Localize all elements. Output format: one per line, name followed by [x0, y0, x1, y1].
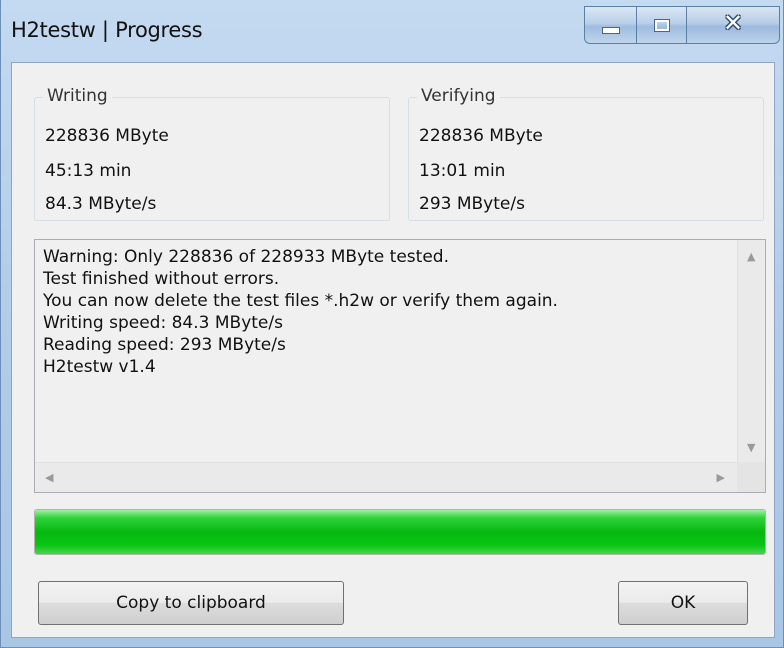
log-output[interactable]: Warning: Only 228836 of 228933 MByte tes… [34, 239, 766, 493]
log-line: Warning: Only 228836 of 228933 MByte tes… [43, 247, 449, 267]
title-bar[interactable]: H2testw | Progress ✕ [1, 0, 783, 60]
log-line: Writing speed: 84.3 MByte/s [43, 313, 283, 333]
horizontal-scrollbar[interactable]: ◀ ▶ [35, 462, 737, 492]
progress-fill [35, 510, 765, 554]
dialog-window: H2testw | Progress ✕ Writing 228836 MByt… [0, 0, 784, 648]
progress-bar [34, 509, 766, 555]
arrow-right-icon[interactable]: ▶ [717, 471, 725, 484]
ok-button[interactable]: OK [618, 581, 748, 625]
close-button[interactable]: ✕ [686, 6, 780, 44]
writing-group: Writing 228836 MByte 45:13 min 84.3 MByt… [34, 86, 390, 221]
maximize-button[interactable] [636, 6, 686, 44]
close-icon: ✕ [722, 9, 744, 37]
maximize-icon [653, 18, 670, 32]
writing-speed: 84.3 MByte/s [45, 194, 157, 214]
verifying-time: 13:01 min [419, 161, 506, 181]
minimize-icon [601, 26, 620, 34]
minimize-button[interactable] [584, 6, 636, 44]
arrow-up-icon[interactable]: ▲ [747, 250, 755, 263]
verifying-speed: 293 MByte/s [419, 194, 525, 214]
log-lines: Warning: Only 228836 of 228933 MByte tes… [43, 246, 558, 378]
verifying-size: 228836 MByte [419, 126, 543, 146]
writing-size: 228836 MByte [45, 126, 169, 146]
writing-group-title: Writing [43, 86, 112, 106]
window-title: H2testw | Progress [11, 18, 203, 42]
log-line: H2testw v1.4 [43, 357, 156, 377]
dialog-client-area: Writing 228836 MByte 45:13 min 84.3 MByt… [11, 62, 775, 638]
copy-to-clipboard-button[interactable]: Copy to clipboard [38, 581, 344, 625]
log-line: You can now delete the test files *.h2w … [43, 291, 558, 311]
caption-buttons: ✕ [584, 6, 780, 46]
log-line: Reading speed: 293 MByte/s [43, 335, 286, 355]
arrow-left-icon[interactable]: ◀ [45, 471, 53, 484]
scrollbar-corner [737, 462, 765, 492]
writing-time: 45:13 min [45, 161, 132, 181]
log-line: Test finished without errors. [43, 269, 280, 289]
verifying-group-title: Verifying [417, 86, 500, 106]
arrow-down-icon[interactable]: ▼ [747, 441, 755, 454]
vertical-scrollbar[interactable]: ▲ ▼ [737, 240, 765, 462]
verifying-group: Verifying 228836 MByte 13:01 min 293 MBy… [408, 86, 764, 221]
